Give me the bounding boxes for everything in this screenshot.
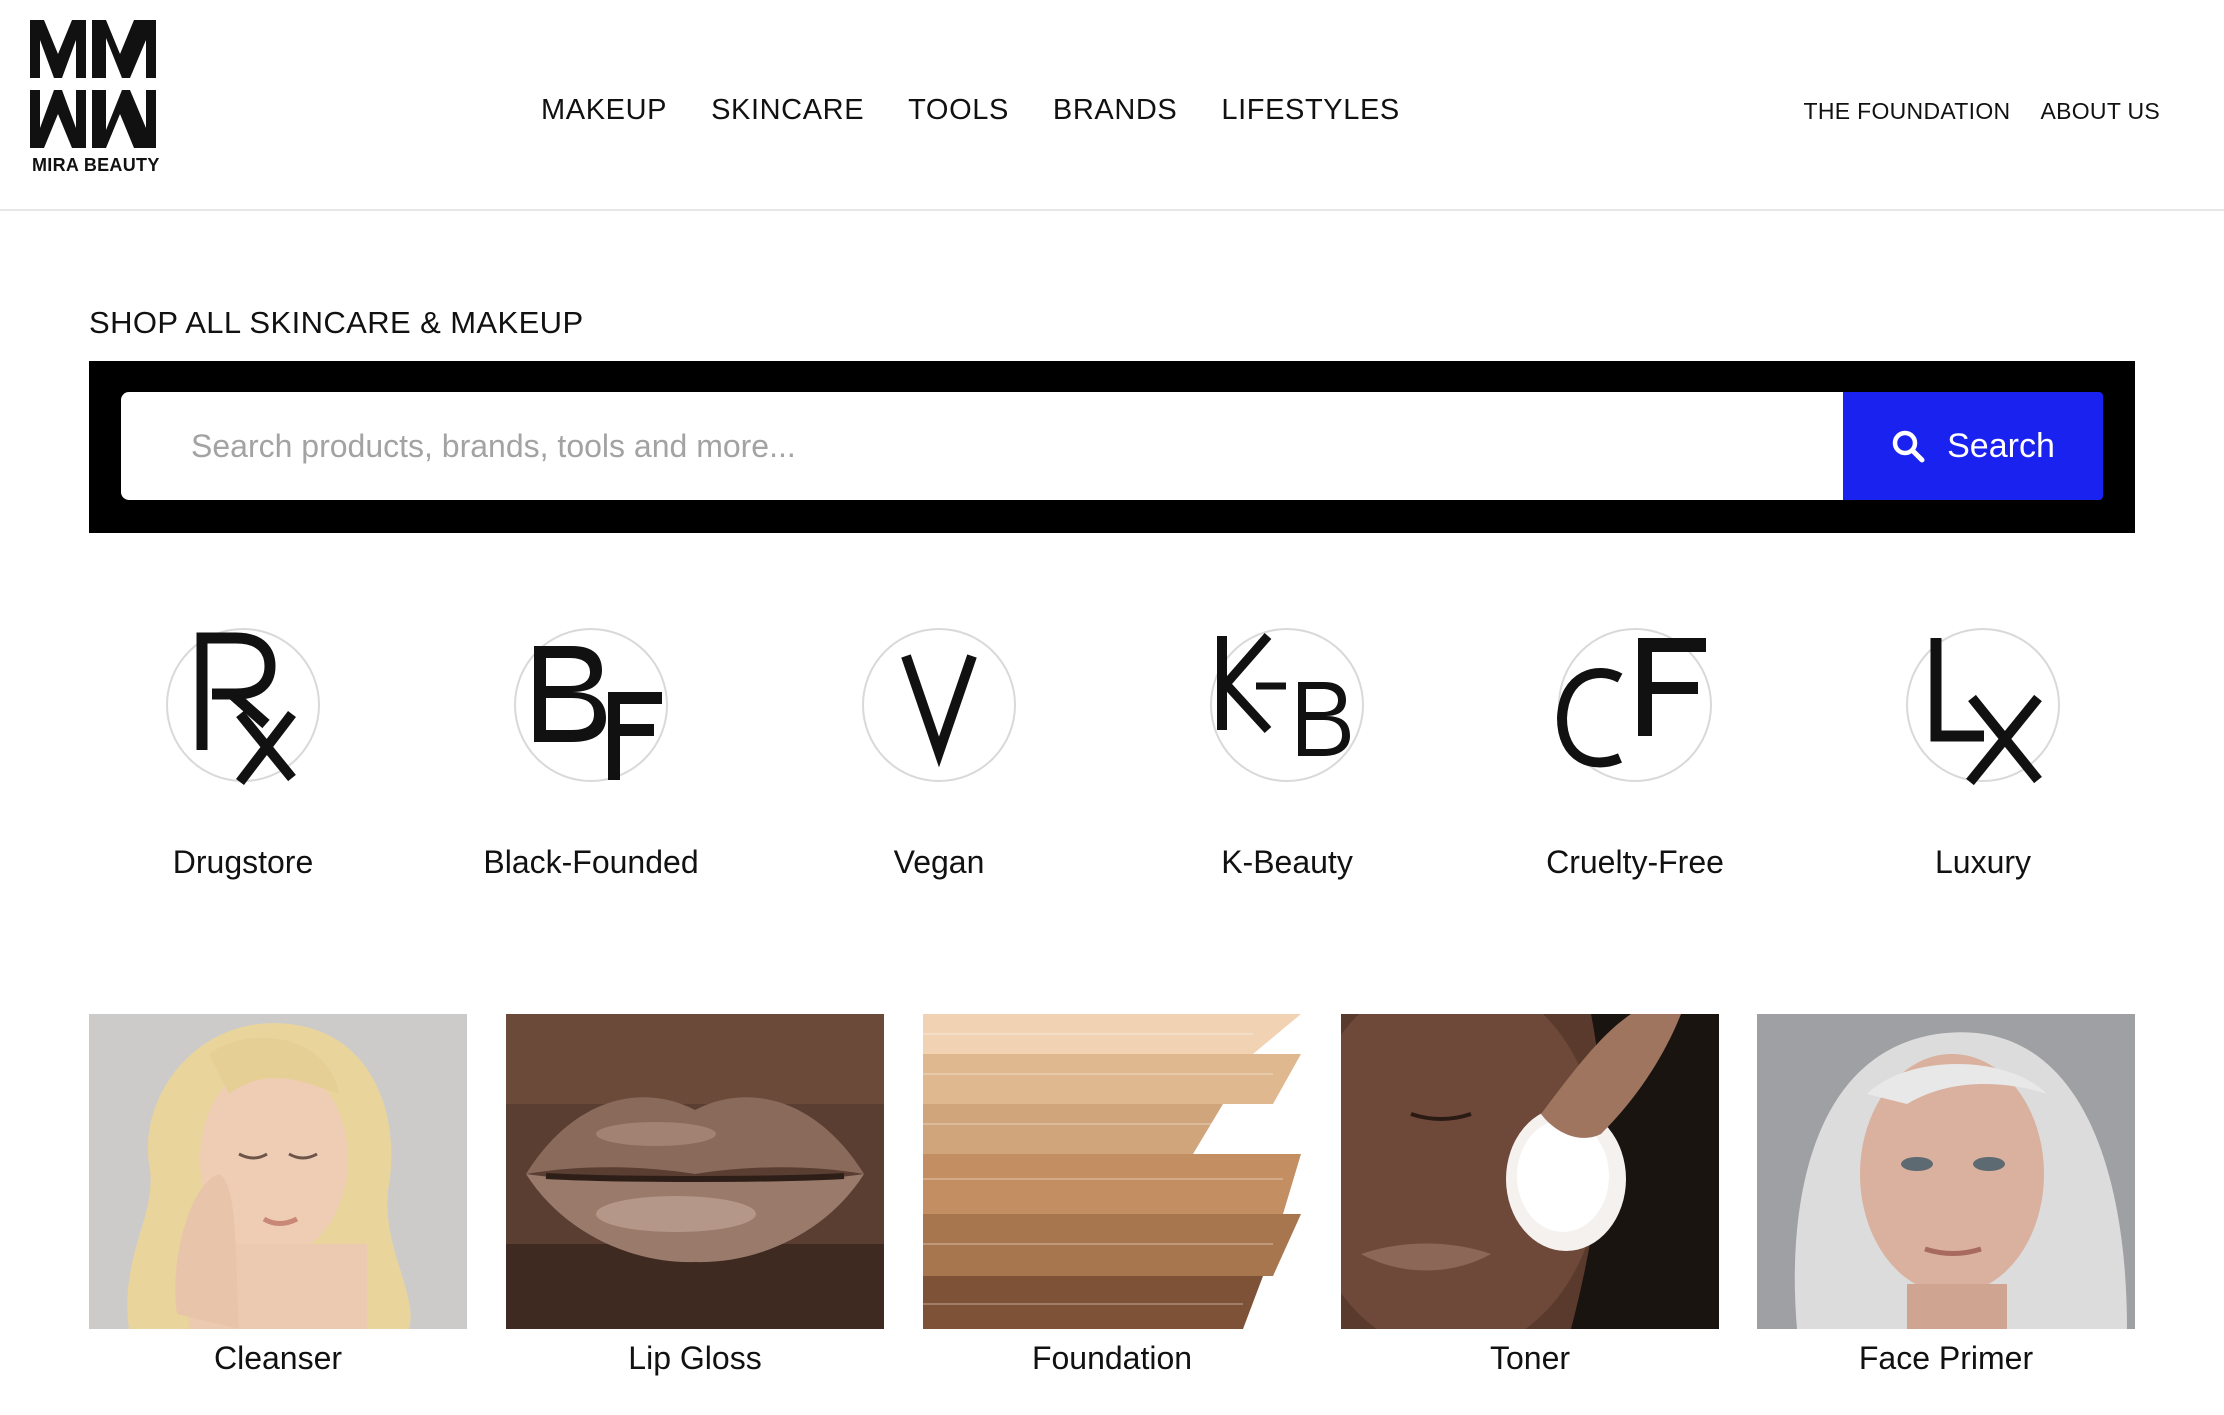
search-bar: Search: [89, 361, 2135, 533]
category-tile-cleanser[interactable]: Cleanser: [89, 1014, 467, 1376]
lifestyle-label: Vegan: [893, 844, 985, 880]
brand-logo[interactable]: MIRA BEAUTY: [30, 20, 160, 180]
lifestyle-item-drugstore[interactable]: Drugstore: [93, 626, 393, 896]
search-button[interactable]: Search: [1843, 392, 2103, 500]
search-icon: [1892, 430, 1925, 463]
nav-item-brands[interactable]: BRANDS: [1053, 94, 1177, 127]
lifestyle-label: Drugstore: [172, 844, 314, 880]
site-header: MIRA BEAUTY MAKEUP SKINCARE TOOLS BRANDS…: [0, 0, 2224, 211]
category-label: Cleanser: [213, 1340, 343, 1376]
nav-item-the-foundation[interactable]: THE FOUNDATION: [1804, 98, 2011, 125]
k-beauty-badge: [1210, 628, 1364, 782]
lifestyle-item-black-founded[interactable]: Black-Founded: [441, 626, 741, 896]
nav-item-tools[interactable]: TOOLS: [908, 94, 1009, 127]
nav-item-about-us[interactable]: ABOUT US: [2040, 98, 2160, 125]
luxury-badge: [1906, 628, 2060, 786]
kb-monogram-icon: [1217, 633, 1350, 756]
rx-monogram-icon: [196, 632, 296, 786]
nav-item-lifestyles[interactable]: LIFESTYLES: [1221, 94, 1399, 127]
cf-monogram-icon: [1556, 638, 1706, 768]
lifestyle-label: Black-Founded: [483, 844, 699, 880]
nav-item-makeup[interactable]: MAKEUP: [541, 94, 667, 127]
face-primer-photo: [1757, 1014, 2135, 1329]
lifestyle-row: Drugstore Black-Founded Vegan K-Beauty C…: [89, 626, 2135, 896]
lifestyle-item-luxury[interactable]: Luxury: [1833, 626, 2133, 896]
logo-wordmark: MIRA BEAUTY: [32, 155, 160, 175]
lx-monogram-icon: [1930, 638, 2042, 786]
nav-item-skincare[interactable]: SKINCARE: [711, 94, 864, 127]
category-label: Face Primer: [1858, 1340, 2034, 1376]
cruelty-free-badge: [1556, 628, 1712, 782]
drugstore-badge: [166, 628, 320, 786]
lip-gloss-photo: [506, 1014, 884, 1329]
lifestyle-item-k-beauty[interactable]: K-Beauty: [1137, 626, 1437, 896]
category-tile-face-primer[interactable]: Face Primer: [1757, 1014, 2135, 1376]
bf-monogram-icon: [534, 646, 662, 780]
lifestyle-item-vegan[interactable]: Vegan: [789, 626, 1089, 896]
category-label: Toner: [1489, 1340, 1571, 1376]
search-button-label: Search: [1947, 426, 2055, 465]
category-label: Foundation: [1031, 1340, 1193, 1376]
lifestyle-label: Luxury: [1934, 844, 2032, 880]
category-tile-lip-gloss[interactable]: Lip Gloss: [506, 1014, 884, 1376]
vegan-badge: [862, 628, 1016, 782]
shop-all-heading: SHOP ALL SKINCARE & MAKEUP: [89, 305, 584, 340]
lifestyle-label: Cruelty-Free: [1546, 844, 1724, 880]
main-nav: MAKEUP SKINCARE TOOLS BRANDS LIFESTYLES: [541, 90, 1400, 130]
category-label: Lip Gloss: [628, 1340, 762, 1376]
logo-mark: [30, 20, 156, 148]
search-input[interactable]: [121, 392, 1843, 500]
utility-nav: THE FOUNDATION ABOUT US: [1804, 98, 2161, 125]
category-tile-toner[interactable]: Toner: [1341, 1014, 1719, 1376]
page: MIRA BEAUTY MAKEUP SKINCARE TOOLS BRANDS…: [0, 0, 2224, 1415]
v-monogram-icon: [901, 654, 977, 768]
lifestyle-label: K-Beauty: [1221, 844, 1353, 880]
toner-photo: [1341, 1014, 1719, 1329]
category-tile-foundation[interactable]: Foundation: [923, 1014, 1301, 1376]
black-founded-badge: [514, 628, 668, 782]
cleanser-photo: [89, 1014, 467, 1329]
foundation-swatches-photo: [923, 1014, 1301, 1329]
lifestyle-item-cruelty-free[interactable]: Cruelty-Free: [1485, 626, 1785, 896]
